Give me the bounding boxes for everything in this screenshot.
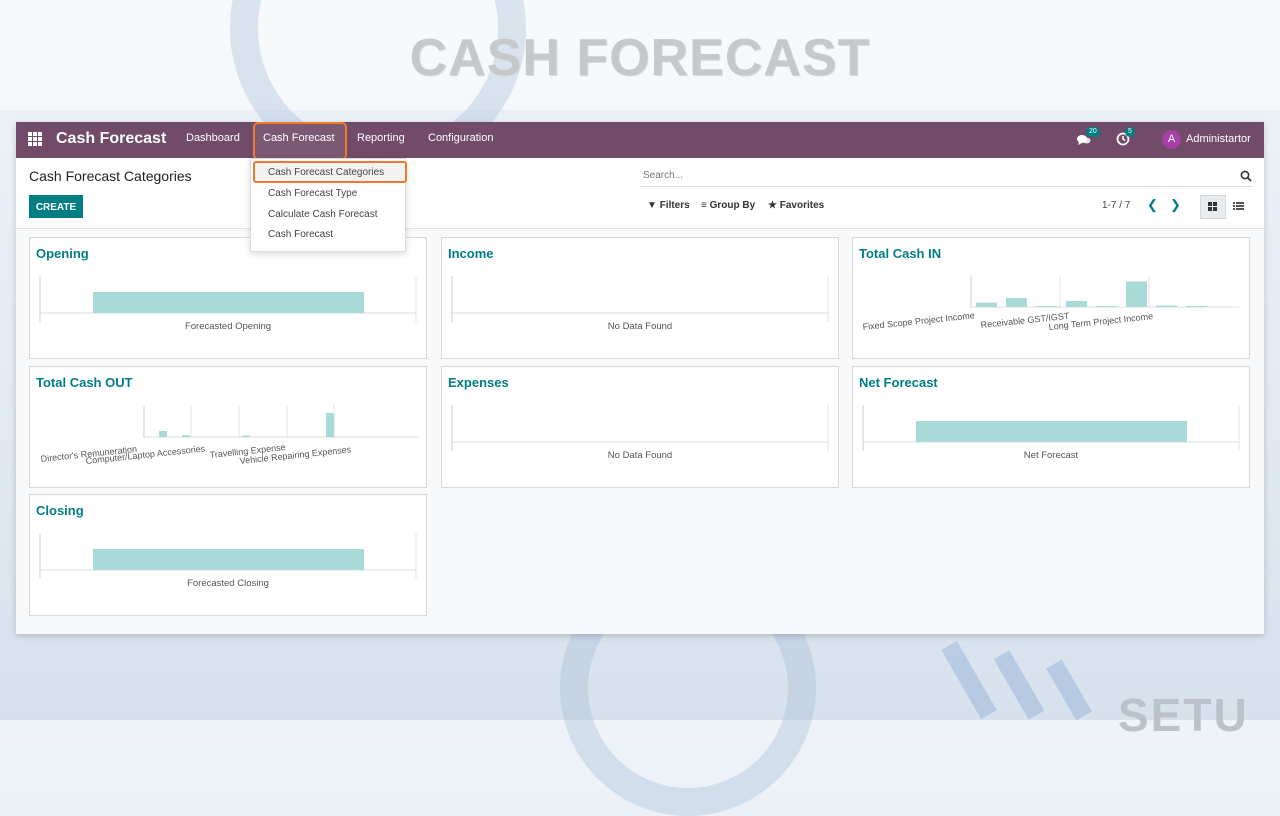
card-income[interactable]: Income No Data Found (441, 237, 839, 359)
expenses-chart (451, 405, 829, 451)
search-bar (640, 166, 1252, 187)
closing-chart (39, 533, 417, 579)
chart-bar (93, 292, 364, 313)
menu-dashboard[interactable]: Dashboard (186, 132, 240, 144)
messages-badge: 20 (1086, 127, 1100, 137)
background-bar (1046, 659, 1092, 721)
user-avatar[interactable]: A (1162, 130, 1181, 149)
pager-next-icon[interactable]: ❯ (1170, 198, 1182, 212)
filters-label: Filters (659, 200, 690, 211)
top-navbar: Cash Forecast Dashboard Cash Forecast Re… (16, 122, 1264, 160)
chart-bar (182, 435, 190, 437)
cash-forecast-dropdown: Cash Forecast Categories Cash Forecast T… (250, 158, 407, 252)
group-by-label: Group By (709, 200, 756, 211)
card-chart-label: Forecasted Opening (184, 321, 272, 332)
opening-chart (39, 276, 417, 322)
chart-bar (1186, 306, 1207, 307)
card-opening[interactable]: Opening Forecasted Opening (29, 237, 427, 359)
dropdown-item-calculate[interactable]: Calculate Cash Forecast (268, 209, 378, 220)
no-data-label: No Data Found (607, 450, 673, 461)
menu-configuration[interactable]: Configuration (428, 132, 493, 144)
kanban-grid-icon (1208, 202, 1217, 211)
star-icon: ★ (768, 200, 777, 211)
list-icon (1233, 202, 1244, 210)
chart-bar (1126, 281, 1147, 307)
dropdown-item-cash-forecast[interactable]: Cash Forecast (268, 229, 333, 240)
create-button[interactable]: CREATE (29, 195, 83, 218)
card-chart-label: Forecasted Closing (187, 578, 269, 589)
messages-icon[interactable]: 20 (1076, 127, 1100, 147)
chart-bar (1006, 298, 1027, 307)
chart-bar (1066, 301, 1087, 307)
total-cash-in-chart: Fixed Scope Project Income Receivable GS… (862, 276, 1239, 332)
card-closing[interactable]: Closing Forecasted Closing (29, 494, 427, 616)
card-expenses[interactable]: Expenses No Data Found (441, 366, 839, 488)
watermark: SETU (1118, 689, 1249, 741)
chart-bar (1036, 306, 1057, 307)
favorites-button[interactable]: ★ Favorites (768, 200, 824, 211)
search-input[interactable] (641, 169, 1225, 182)
background-bar (993, 650, 1045, 720)
apps-grid-icon[interactable] (28, 132, 42, 146)
activities-badge: 5 (1125, 127, 1135, 137)
card-chart-label: Net Forecast (1023, 450, 1079, 461)
search-icon[interactable] (1240, 169, 1252, 182)
app-window: Cash Forecast Dashboard Cash Forecast Re… (16, 122, 1264, 634)
x-tick-label: Fixed Scope Project Income (862, 310, 975, 332)
filters-button[interactable]: ▼ Filters (647, 200, 690, 211)
list-lines-icon: ≡ (701, 200, 707, 211)
menu-reporting[interactable]: Reporting (357, 132, 405, 144)
banner-title: CASH FORECAST (409, 29, 871, 87)
chart-bar (1156, 305, 1177, 307)
favorites-label: Favorites (779, 200, 825, 211)
menu-cash-forecast[interactable]: Cash Forecast (263, 132, 335, 144)
total-cash-out-chart: Director's Remuneration Computer/Laptop … (40, 405, 418, 466)
app-brand[interactable]: Cash Forecast (56, 130, 166, 148)
pager-value[interactable]: 1-7 / 7 (1102, 200, 1130, 211)
income-chart (451, 276, 829, 322)
chart-bar (976, 302, 997, 307)
pager-previous-icon[interactable]: ❮ (1147, 198, 1159, 212)
list-view-button[interactable] (1226, 195, 1250, 217)
activities-clock-icon[interactable]: 5 (1115, 127, 1135, 147)
card-net-forecast[interactable]: Net Forecast Net Forecast (852, 366, 1250, 488)
group-by-button[interactable]: ≡ Group By (701, 200, 755, 211)
card-total-cash-out[interactable]: Total Cash OUT Director's Remuneration C… (29, 366, 427, 488)
kanban-view-button[interactable] (1200, 195, 1226, 219)
no-data-label: No Data Found (607, 321, 673, 332)
chart-bar (916, 421, 1187, 442)
net-forecast-chart (862, 405, 1240, 451)
background-bar (941, 640, 997, 720)
control-panel: Cash Forecast Categories CREATE ▼ Filter… (16, 158, 1264, 229)
user-name[interactable]: Administartor (1186, 133, 1251, 145)
dropdown-item-type[interactable]: Cash Forecast Type (268, 188, 357, 199)
page-title: Cash Forecast Categories (29, 168, 192, 184)
chart-bar (93, 549, 364, 570)
chart-bar (242, 435, 250, 437)
chart-bar (1096, 306, 1117, 307)
card-total-cash-in[interactable]: Total Cash IN Fixed Scope Project Income… (852, 237, 1250, 359)
chart-bar (159, 431, 167, 437)
dropdown-item-categories[interactable]: Cash Forecast Categories (268, 167, 384, 178)
filter-icon: ▼ (647, 200, 657, 211)
chart-bar (326, 413, 334, 437)
